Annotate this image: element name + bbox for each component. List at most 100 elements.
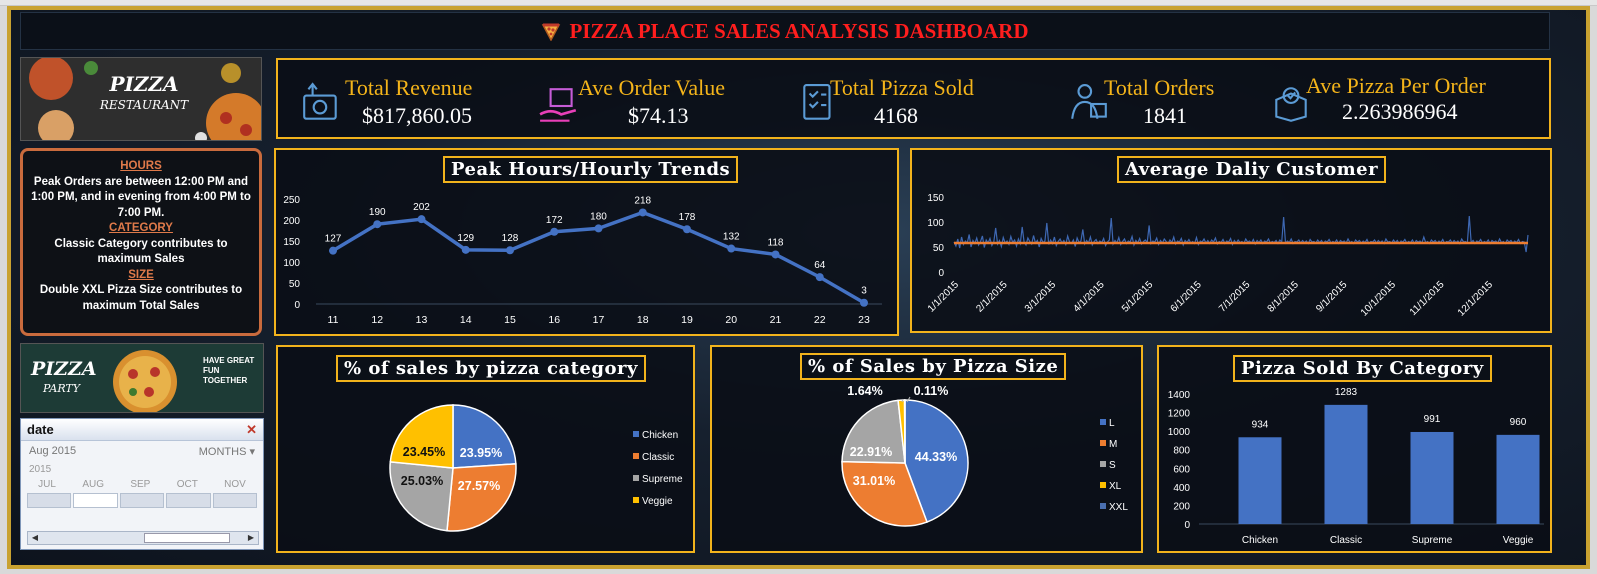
slicer-month-label: NOV <box>224 479 246 490</box>
hourly-data-label: 129 <box>457 233 474 244</box>
dashboard-title: PIZZA PLACE SALES ANALYSIS DASHBOARD <box>569 18 1029 43</box>
slicer-month-tile[interactable] <box>73 493 118 508</box>
y-tick-label: 400 <box>1173 483 1190 494</box>
daily-customer-line <box>953 215 1529 253</box>
scroll-right-arrow-icon[interactable]: ▶ <box>245 533 257 543</box>
y-tick-label: 150 <box>927 193 944 204</box>
scroll-thumb[interactable] <box>144 533 230 543</box>
hourly-data-label: 64 <box>814 260 826 271</box>
kpi-label: Total Orders <box>1104 75 1215 100</box>
slicer-month-tile[interactable] <box>27 493 72 508</box>
legend-label: L <box>1109 418 1115 429</box>
kpi-value: 1841 <box>1143 103 1187 128</box>
pizza-slice-icon <box>542 23 561 41</box>
bar-data-label: 1283 <box>1335 387 1358 398</box>
bar-data-label: 991 <box>1424 414 1441 425</box>
hours-heading: HOURS <box>120 160 162 172</box>
legend-swatch <box>633 475 639 481</box>
slicer-month-tile[interactable] <box>166 493 211 508</box>
clear-filter-icon[interactable]: ✕ <box>246 422 257 438</box>
x-tick-label: 16 <box>548 314 560 326</box>
pie-data-label: 44.33% <box>915 450 957 464</box>
x-tick-label: 8/1/2015 <box>1266 279 1302 315</box>
slicer-header: date <box>27 422 54 437</box>
legend-label: Supreme <box>642 474 683 485</box>
legend-label: XXL <box>1109 502 1128 513</box>
category-bar <box>1410 431 1454 524</box>
y-tick-label: 1400 <box>1168 390 1191 401</box>
size-text: Double XXL Pizza Size contributes to max… <box>39 284 243 312</box>
x-tick-label: 14 <box>460 314 472 326</box>
x-tick-label: 20 <box>725 314 737 326</box>
hourly-point <box>461 245 470 254</box>
y-tick-label: 50 <box>933 243 945 254</box>
hourly-chart-title: Peak Hours/Hourly Trends <box>443 156 739 183</box>
category-bar <box>1496 434 1540 524</box>
slicer-month-label: AUG <box>82 479 104 490</box>
pie-data-label: 1.64% <box>847 384 882 398</box>
x-tick-label: 1/1/2015 <box>926 279 962 315</box>
kpi-label: Total Revenue <box>345 75 473 100</box>
x-tick-label: 5/1/2015 <box>1120 279 1156 315</box>
scroll-left-arrow-icon[interactable]: ◀ <box>29 533 41 543</box>
category-text: Classic Category contributes to maximum … <box>54 237 228 266</box>
x-tick-label: Supreme <box>1412 535 1453 546</box>
pie-data-label: 0.11% <box>914 384 949 398</box>
hourly-point <box>594 224 603 233</box>
date-timeline-slicer[interactable]: date ✕ Aug 2015 MONTHS ▾ 2015 JUL AUG SEP O… <box>20 418 264 550</box>
y-tick-label: 150 <box>283 237 300 248</box>
kpi-label: Ave Order Value <box>578 75 726 100</box>
x-tick-label: 13 <box>416 314 428 326</box>
legend-swatch <box>1100 419 1106 425</box>
restaurant-banner-image: PIZZA RESTAURANT <box>20 57 262 141</box>
size-pie-chart: 44.33% 31.01% 22.91% 1.64% 0.11% LMS XL XXL <box>841 384 1128 527</box>
hourly-point <box>329 246 337 255</box>
slicer-month-tile[interactable] <box>119 493 165 508</box>
x-tick-label: 10/1/2015 <box>1359 279 1399 319</box>
kpi-label: Total Pizza Sold <box>830 75 974 100</box>
legend-swatch <box>1100 503 1106 509</box>
legend-swatch <box>633 497 639 503</box>
slicer-level-dropdown[interactable]: MONTHS ▾ <box>199 445 255 458</box>
y-tick-label: 0 <box>938 268 944 279</box>
kpi-value: 4168 <box>874 103 918 128</box>
pie-slice <box>389 461 454 532</box>
x-tick-label: 9/1/2015 <box>1314 279 1350 315</box>
hourly-point <box>815 273 824 282</box>
legend-label: M <box>1109 439 1117 450</box>
y-tick-label: 250 <box>283 195 300 206</box>
kpi-value: $74.13 <box>628 103 689 128</box>
y-tick-label: 1000 <box>1168 427 1191 438</box>
x-tick-label: 3/1/2015 <box>1023 279 1059 315</box>
slicer-scrollbar[interactable]: ◀ ▶ <box>27 531 259 545</box>
hourly-data-label: 178 <box>679 212 696 223</box>
hours-text: Peak Orders are between 12:00 PM and 1:0… <box>31 175 251 219</box>
hourly-data-label: 202 <box>413 202 430 213</box>
x-tick-label: 11/1/2015 <box>1408 279 1447 318</box>
slicer-month-tile[interactable] <box>212 493 258 508</box>
daily-chart-title: Average Daliy Customer <box>1117 156 1387 183</box>
hourly-point <box>860 298 868 307</box>
legend-swatch <box>633 431 639 437</box>
hourly-data-label: 3 <box>861 286 867 297</box>
legend-label: Classic <box>642 452 674 463</box>
slicer-month-labels: JUL AUG SEP OCT NOV <box>21 475 263 490</box>
pie-data-label: 23.95% <box>460 446 502 460</box>
hourly-data-label: 118 <box>768 237 784 248</box>
hourly-data-label: 190 <box>369 207 386 218</box>
pie-data-label: 27.57% <box>458 479 500 493</box>
category-bar-title: Pizza Sold By Category <box>1233 355 1492 382</box>
x-tick-label: 6/1/2015 <box>1169 279 1205 315</box>
party-title: PIZZA <box>31 358 97 380</box>
category-pie-chart: 23.95% 27.57% 25.03% 23.45% Chicken Classic Su… <box>389 404 683 532</box>
y-tick-label: 800 <box>1173 446 1190 457</box>
pie-data-label: 23.45% <box>403 445 445 459</box>
slicer-month-tiles <box>27 493 258 508</box>
category-pie-title: % of sales by pizza category <box>336 355 646 382</box>
hourly-point <box>683 225 691 234</box>
category-heading: CATEGORY <box>109 222 173 234</box>
x-tick-label: 11 <box>328 314 339 326</box>
pizza-party-image: PIZZA PARTY HAVE GREAT FUN TOGETHER <box>20 343 264 413</box>
x-tick-label: 12 <box>371 314 383 326</box>
legend-swatch <box>1100 461 1106 467</box>
